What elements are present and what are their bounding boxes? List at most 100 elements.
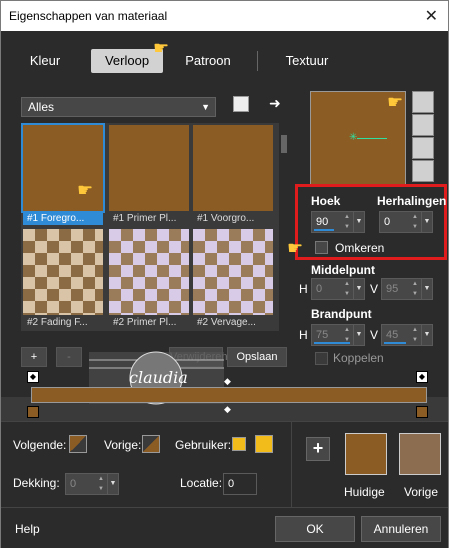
gebruiker-label: Gebruiker: — [175, 438, 232, 452]
brand-v-value: 45 — [386, 329, 399, 341]
updown-icon[interactable]: ▲ ▼ — [410, 279, 420, 299]
brand-h-field[interactable]: 75 ▲ ▼ ▼ — [311, 324, 365, 346]
gallery-item[interactable]: #2 Fading F... — [23, 229, 103, 329]
updown-icon[interactable]: ▲ ▼ — [410, 212, 420, 232]
gradient-swatch — [109, 125, 189, 211]
category-dropdown[interactable]: Alles ▼ — [21, 97, 216, 117]
brandpunt-label: Brandpunt — [311, 307, 372, 321]
volgende-swatch[interactable] — [69, 435, 87, 453]
hoek-value: 90 — [316, 216, 329, 228]
tab-patroon[interactable]: Patroon — [171, 49, 245, 73]
cancel-button[interactable]: Annuleren — [361, 516, 441, 542]
brand-h-value: 75 — [316, 329, 329, 341]
dekking-label: Dekking: — [13, 476, 60, 490]
koppelen-label: Koppelen — [333, 351, 384, 365]
omkeren-checkbox[interactable] — [315, 241, 328, 254]
gradient-swatch — [23, 229, 103, 315]
volgende-label: Volgende: — [13, 438, 67, 452]
chevron-down-icon[interactable]: ▼ — [421, 279, 432, 299]
add-swatch-button[interactable]: + — [306, 437, 330, 461]
hoek-label: Hoek — [311, 194, 341, 208]
pointing-hand-icon: ☛ — [153, 38, 170, 58]
arrow-right-icon[interactable]: ➜ — [269, 95, 281, 112]
updown-icon[interactable]: ▲ ▼ — [342, 279, 352, 299]
middelpunt-label: Middelpunt — [311, 263, 375, 277]
chevron-down-icon[interactable]: ▼ — [353, 325, 364, 345]
gallery-item[interactable]: #2 Primer Pl... — [109, 229, 189, 329]
material-properties-dialog: Eigenschappen van materiaal ✕ Kleur Verl… — [0, 0, 449, 548]
vorige-label: Vorige: — [104, 438, 142, 452]
koppelen-checkbox[interactable] — [315, 352, 328, 365]
locatie-value: 0 — [228, 478, 235, 490]
gebruiker-swatch[interactable] — [255, 435, 273, 453]
gradient-swatch — [109, 229, 189, 315]
linear-style-button[interactable] — [412, 91, 434, 113]
gallery-item[interactable]: #1 Primer Pl... — [109, 125, 189, 225]
brand-h-label: H — [299, 328, 308, 342]
updown-icon[interactable]: ▲ ▼ — [342, 212, 352, 232]
chevron-down-icon[interactable]: ▼ — [107, 474, 118, 494]
brand-v-field[interactable]: 45 ▲ ▼ ▼ — [381, 324, 433, 346]
gradient-swatch — [193, 229, 273, 315]
chevron-down-icon[interactable]: ▼ — [421, 325, 432, 345]
tab-textuur[interactable]: Textuur — [271, 49, 343, 73]
gallery-item[interactable]: #2 Vervage... — [193, 229, 273, 329]
bottom-stop-right[interactable] — [416, 406, 428, 418]
pointing-hand-icon: ☛ — [77, 180, 94, 200]
chevron-down-icon[interactable]: ▼ — [353, 279, 364, 299]
save-button[interactable]: Opslaan — [227, 347, 287, 367]
dekking-field[interactable]: 0 ▲ ▼ ▼ — [65, 473, 119, 495]
remove-stop-button[interactable]: - — [56, 347, 82, 367]
value-bar — [384, 342, 406, 344]
tab-separator — [257, 51, 258, 71]
add-stop-button[interactable]: + — [21, 347, 47, 367]
gallery-item-label: #1 Primer Pl... — [113, 213, 177, 224]
folder-icon[interactable] — [233, 96, 249, 112]
mid-h-value: 0 — [316, 283, 323, 295]
gallery-item-label: #2 Fading F... — [27, 317, 88, 328]
updown-icon[interactable]: ▲ ▼ — [96, 474, 106, 494]
gradient-editor-bar[interactable] — [31, 387, 427, 403]
mid-h-field[interactable]: 0 ▲ ▼ ▼ — [311, 278, 365, 300]
herhalingen-field[interactable]: 0 ▲ ▼ ▼ — [379, 211, 433, 233]
gallery-item-label: #2 Vervage... — [197, 317, 256, 328]
tab-kleur[interactable]: Kleur — [13, 49, 77, 73]
ok-button[interactable]: OK — [275, 516, 355, 542]
vorige-swatch[interactable] — [142, 435, 160, 453]
watermark-text: claudia — [129, 368, 188, 387]
gallery-item[interactable]: #1 Foregro... — [21, 123, 105, 225]
gebruiker-swatch-small[interactable] — [232, 437, 246, 451]
tab-bar: Kleur Verloop Patroon Textuur ☛ — [1, 31, 448, 87]
mid-h-label: H — [299, 282, 308, 296]
scrollbar-thumb[interactable] — [281, 135, 287, 153]
gallery-item-label: #1 Voorgro... — [197, 213, 255, 224]
close-icon[interactable]: ✕ — [425, 6, 438, 26]
gallery-scrollbar[interactable] — [279, 123, 289, 331]
title-bar: Eigenschappen van materiaal ✕ — [1, 1, 448, 31]
chevron-down-icon: ▼ — [201, 102, 210, 112]
gallery-item-label: #1 Foregro... — [23, 212, 103, 225]
mid-v-field[interactable]: 95 ▲ ▼ ▼ — [381, 278, 433, 300]
rectangular-style-button[interactable] — [412, 114, 434, 136]
top-stop-left[interactable]: ◆ — [27, 371, 39, 383]
huidige-swatch[interactable] — [345, 433, 387, 475]
gallery-item[interactable]: #1 Voorgro... — [193, 125, 273, 225]
midpoint-diamond-icon[interactable]: ◆ — [224, 404, 231, 415]
midpoint-diamond-icon[interactable]: ◆ — [224, 376, 231, 387]
bottom-stop-left[interactable] — [27, 406, 39, 418]
chevron-down-icon[interactable]: ▼ — [353, 212, 364, 232]
radial-style-button[interactable] — [412, 160, 434, 182]
divider — [291, 421, 292, 507]
sunburst-style-button[interactable] — [412, 137, 434, 159]
updown-icon[interactable]: ▲ ▼ — [410, 325, 420, 345]
vorige-big-swatch[interactable] — [399, 433, 441, 475]
top-stop-right[interactable]: ◆ — [416, 371, 428, 383]
chevron-down-icon[interactable]: ▼ — [421, 212, 432, 232]
hoek-field[interactable]: 90 ▲ ▼ ▼ — [311, 211, 365, 233]
value-bar — [314, 229, 334, 231]
help-link[interactable]: Help — [15, 522, 40, 536]
footer-bar: Help OK Annuleren — [1, 507, 448, 548]
gradient-gallery: #1 Foregro... #1 Primer Pl... #1 Voorgro… — [21, 123, 279, 331]
gallery-item-label: #2 Primer Pl... — [113, 317, 177, 328]
locatie-field[interactable]: 0 — [223, 473, 257, 495]
